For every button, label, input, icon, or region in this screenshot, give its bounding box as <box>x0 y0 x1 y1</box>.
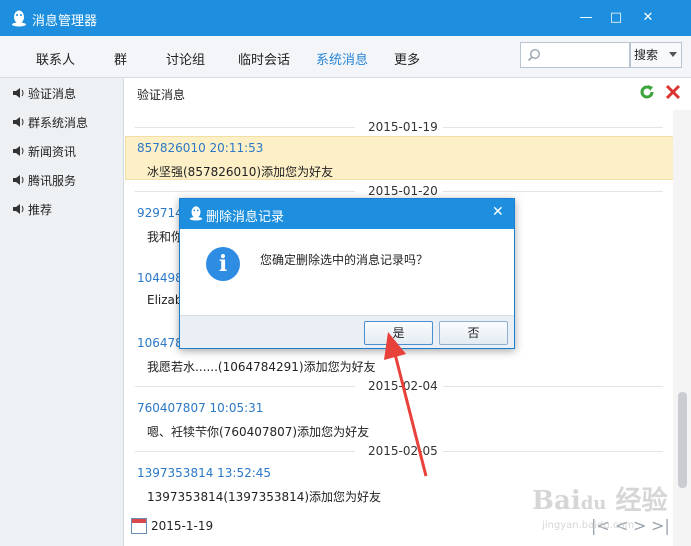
message-body: 我和你 <box>147 230 184 244</box>
message-header[interactable]: 1397353814 13:52:45 <box>137 466 271 480</box>
message-body: 我愿若水......(1064784291)添加您为好友 <box>147 360 376 374</box>
qq-penguin-icon <box>12 10 26 27</box>
sidebar-item-label: 腾讯服务 <box>28 174 77 188</box>
sidebar-item-group-system[interactable]: 群系统消息 <box>12 114 88 134</box>
dialog-message: 您确定删除选中的消息记录吗？ <box>260 253 429 267</box>
sidebar-item-label: 推荐 <box>28 203 53 217</box>
tab-temp-chat[interactable]: 临时会话 <box>238 49 290 68</box>
date-label: 2015-01-19 <box>368 120 438 134</box>
search-icon <box>527 48 541 62</box>
sidebar-item-label: 验证消息 <box>28 87 77 101</box>
search-button-label: 搜索 <box>634 48 659 62</box>
sidebar-item-news[interactable]: 新闻资讯 <box>12 143 76 163</box>
message-header[interactable]: 106478 <box>137 336 183 350</box>
bottom-date[interactable]: 2015-1-19 <box>151 519 213 533</box>
delete-confirm-dialog: 删除消息记录 ✕ i 您确定删除选中的消息记录吗？ 是 否 <box>179 198 515 349</box>
sidebar-item-verify[interactable]: 验证消息 <box>12 85 76 105</box>
calendar-icon[interactable] <box>131 518 147 534</box>
dialog-footer: 是 否 <box>180 315 514 348</box>
dialog-title: 删除消息记录 <box>206 210 285 225</box>
window-title: 消息管理器 <box>32 14 98 29</box>
dialog-titlebar: 删除消息记录 ✕ <box>180 199 514 229</box>
last-page-icon[interactable]: >| <box>651 516 670 535</box>
window-titlebar: 消息管理器 — □ ✕ <box>0 0 691 36</box>
message-body: Elizab <box>147 293 183 307</box>
scrollbar-thumb[interactable] <box>678 392 687 488</box>
delete-icon[interactable] <box>664 83 682 101</box>
message-body: 冰坚强(857826010)添加您为好友 <box>147 165 334 179</box>
watermark: Baidu 经验 <box>532 486 668 516</box>
message-header[interactable]: 857826010 20:11:53 <box>137 141 263 155</box>
sidebar-item-tencent-service[interactable]: 腾讯服务 <box>12 172 76 192</box>
dialog-close-icon[interactable]: ✕ <box>492 204 504 220</box>
speaker-icon <box>13 146 24 156</box>
search-button[interactable]: 搜索 <box>630 42 682 68</box>
info-icon: i <box>206 247 240 281</box>
date-separator: 2015-01-19 <box>125 120 673 134</box>
message-header[interactable]: 929714 <box>137 206 183 220</box>
tab-bar: 联系人 群 讨论组 临时会话 系统消息 更多 搜索 <box>0 36 691 78</box>
tab-discussion[interactable]: 讨论组 <box>166 49 205 68</box>
date-separator: 2015-01-20 <box>125 184 673 198</box>
message-body: 1397353814(1397353814)添加您为好友 <box>147 490 382 504</box>
watermark-sub: jingyan.baidu.com <box>542 520 635 531</box>
sidebar-item-label: 新闻资讯 <box>28 145 77 159</box>
annotation-arrow-icon <box>384 332 428 477</box>
tab-contacts[interactable]: 联系人 <box>36 49 75 68</box>
speaker-icon <box>13 175 24 185</box>
next-page-icon[interactable]: > <box>633 516 646 535</box>
content-title: 验证消息 <box>137 88 186 102</box>
sidebar-item-recommend[interactable]: 推荐 <box>12 201 52 221</box>
maximize-button[interactable]: □ <box>606 8 626 28</box>
close-window-button[interactable]: ✕ <box>638 8 658 28</box>
tab-groups[interactable]: 群 <box>114 49 127 68</box>
chevron-down-icon <box>669 52 677 57</box>
sidebar-item-label: 群系统消息 <box>28 116 89 130</box>
message-header[interactable]: 104498 <box>137 271 183 285</box>
message-body: 嗯、衽犊芐你(760407807)添加您为好友 <box>147 425 370 439</box>
speaker-icon <box>13 117 24 127</box>
date-label: 2015-01-20 <box>368 184 438 198</box>
speaker-icon <box>13 204 24 214</box>
sidebar: 验证消息 群系统消息 新闻资讯 腾讯服务 推荐 <box>0 78 124 546</box>
search-input[interactable] <box>520 42 630 68</box>
speaker-icon <box>13 88 24 98</box>
tab-more[interactable]: 更多 <box>394 49 420 68</box>
message-header[interactable]: 760407807 10:05:31 <box>137 401 263 415</box>
qq-penguin-icon <box>189 206 203 221</box>
minimize-button[interactable]: — <box>576 8 596 28</box>
refresh-icon[interactable] <box>638 83 656 101</box>
tab-system-messages[interactable]: 系统消息 <box>316 49 368 68</box>
cancel-button[interactable]: 否 <box>439 321 508 345</box>
